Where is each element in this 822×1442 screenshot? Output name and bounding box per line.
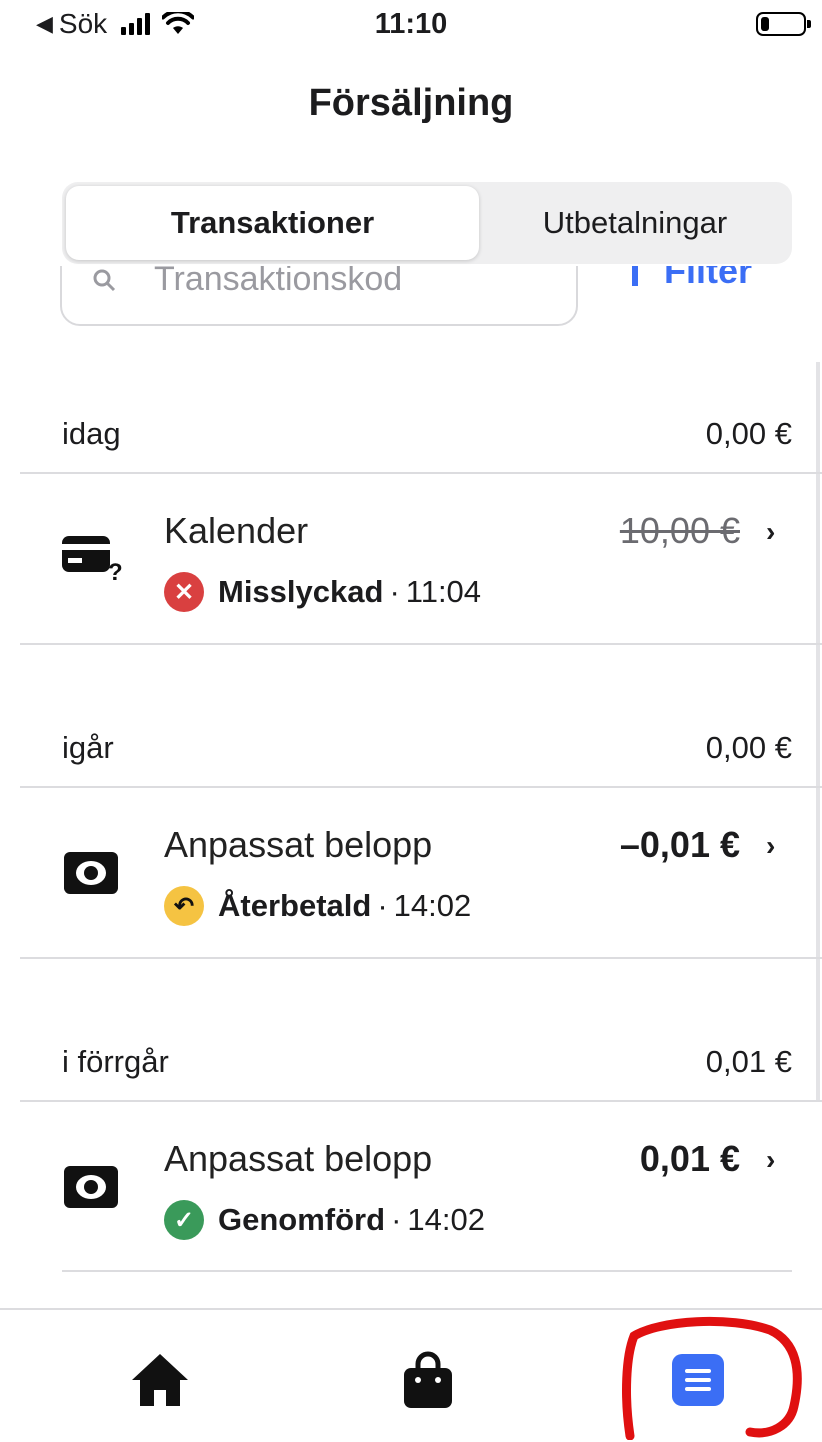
chevron-right-icon: › xyxy=(766,516,776,547)
search-input[interactable]: Transaktionskod xyxy=(60,266,578,326)
search-row: Transaktionskod Filter xyxy=(0,266,822,330)
divider xyxy=(20,472,822,474)
filter-icon xyxy=(632,266,650,286)
transaction-amount: –0,01 € xyxy=(619,824,740,865)
status-time: 11:10 xyxy=(374,8,448,40)
shopping-bag-icon[interactable] xyxy=(398,1350,458,1410)
transaction-status: ↶ Återbetald · 14:02 xyxy=(164,886,471,926)
status-label: Återbetald xyxy=(218,888,372,923)
section-total: 0,00 € xyxy=(705,730,792,765)
section-total: 0,01 € xyxy=(705,1044,792,1079)
home-icon[interactable] xyxy=(130,1350,190,1410)
cash-icon xyxy=(64,1166,118,1208)
card-unknown-icon: ? xyxy=(62,536,122,582)
status-separator: · xyxy=(391,1202,402,1237)
success-check-icon: ✓ xyxy=(164,1200,204,1240)
transaction-amount: 10,00 € xyxy=(619,510,740,551)
search-placeholder: Transaktionskod xyxy=(154,266,403,298)
transaction-title: Anpassat belopp xyxy=(164,824,433,865)
divider xyxy=(20,957,822,959)
segmented-control: Transaktioner Utbetalningar xyxy=(62,182,792,264)
chevron-right-icon: › xyxy=(766,830,776,861)
section-label: i förrgår xyxy=(62,1044,169,1079)
status-separator: · xyxy=(389,574,400,609)
divider xyxy=(20,643,822,645)
status-separator: · xyxy=(377,888,388,923)
section-label: igår xyxy=(62,730,114,765)
tab-transaktioner[interactable]: Transaktioner xyxy=(66,186,479,260)
transaction-time: 14:02 xyxy=(407,1202,485,1237)
transaction-status: ✕ Misslyckad · 11:04 xyxy=(164,572,481,612)
refund-arrow-icon: ↶ xyxy=(164,886,204,926)
search-icon xyxy=(93,269,116,292)
battery-level xyxy=(761,17,769,31)
tab-utbetalningar[interactable]: Utbetalningar xyxy=(482,186,788,260)
section-header-day-before-yesterday: i förrgår 0,01 € xyxy=(62,1032,792,1092)
section-header-yesterday: igår 0,00 € xyxy=(62,718,792,778)
cash-icon xyxy=(64,852,118,894)
divider xyxy=(20,1100,822,1102)
divider xyxy=(62,1270,792,1272)
page-title: Försäljning xyxy=(308,82,514,124)
transaction-time: 14:02 xyxy=(393,888,472,923)
filter-button[interactable]: Filter xyxy=(632,266,752,292)
transaction-title: Anpassat belopp xyxy=(164,1138,433,1179)
filter-label: Filter xyxy=(664,266,753,291)
divider xyxy=(20,786,822,788)
svg-text:?: ? xyxy=(108,559,122,582)
status-label: Genomförd xyxy=(218,1202,386,1237)
transaction-time: 11:04 xyxy=(405,574,482,609)
section-total: 0,00 € xyxy=(705,416,792,451)
battery-icon xyxy=(756,12,811,36)
section-header-today: idag 0,00 € xyxy=(62,404,792,464)
annotation-circle xyxy=(622,1316,802,1440)
status-bar: ◀ Sök 11:10 xyxy=(0,0,822,54)
transaction-title: Kalender xyxy=(164,510,309,551)
transaction-status: ✓ Genomförd · 14:02 xyxy=(164,1200,485,1240)
chevron-right-icon: › xyxy=(766,1144,776,1175)
status-label: Misslyckad xyxy=(218,574,384,609)
section-label: idag xyxy=(62,416,121,451)
failed-x-icon: ✕ xyxy=(164,572,204,612)
transaction-amount: 0,01 € xyxy=(639,1138,740,1179)
